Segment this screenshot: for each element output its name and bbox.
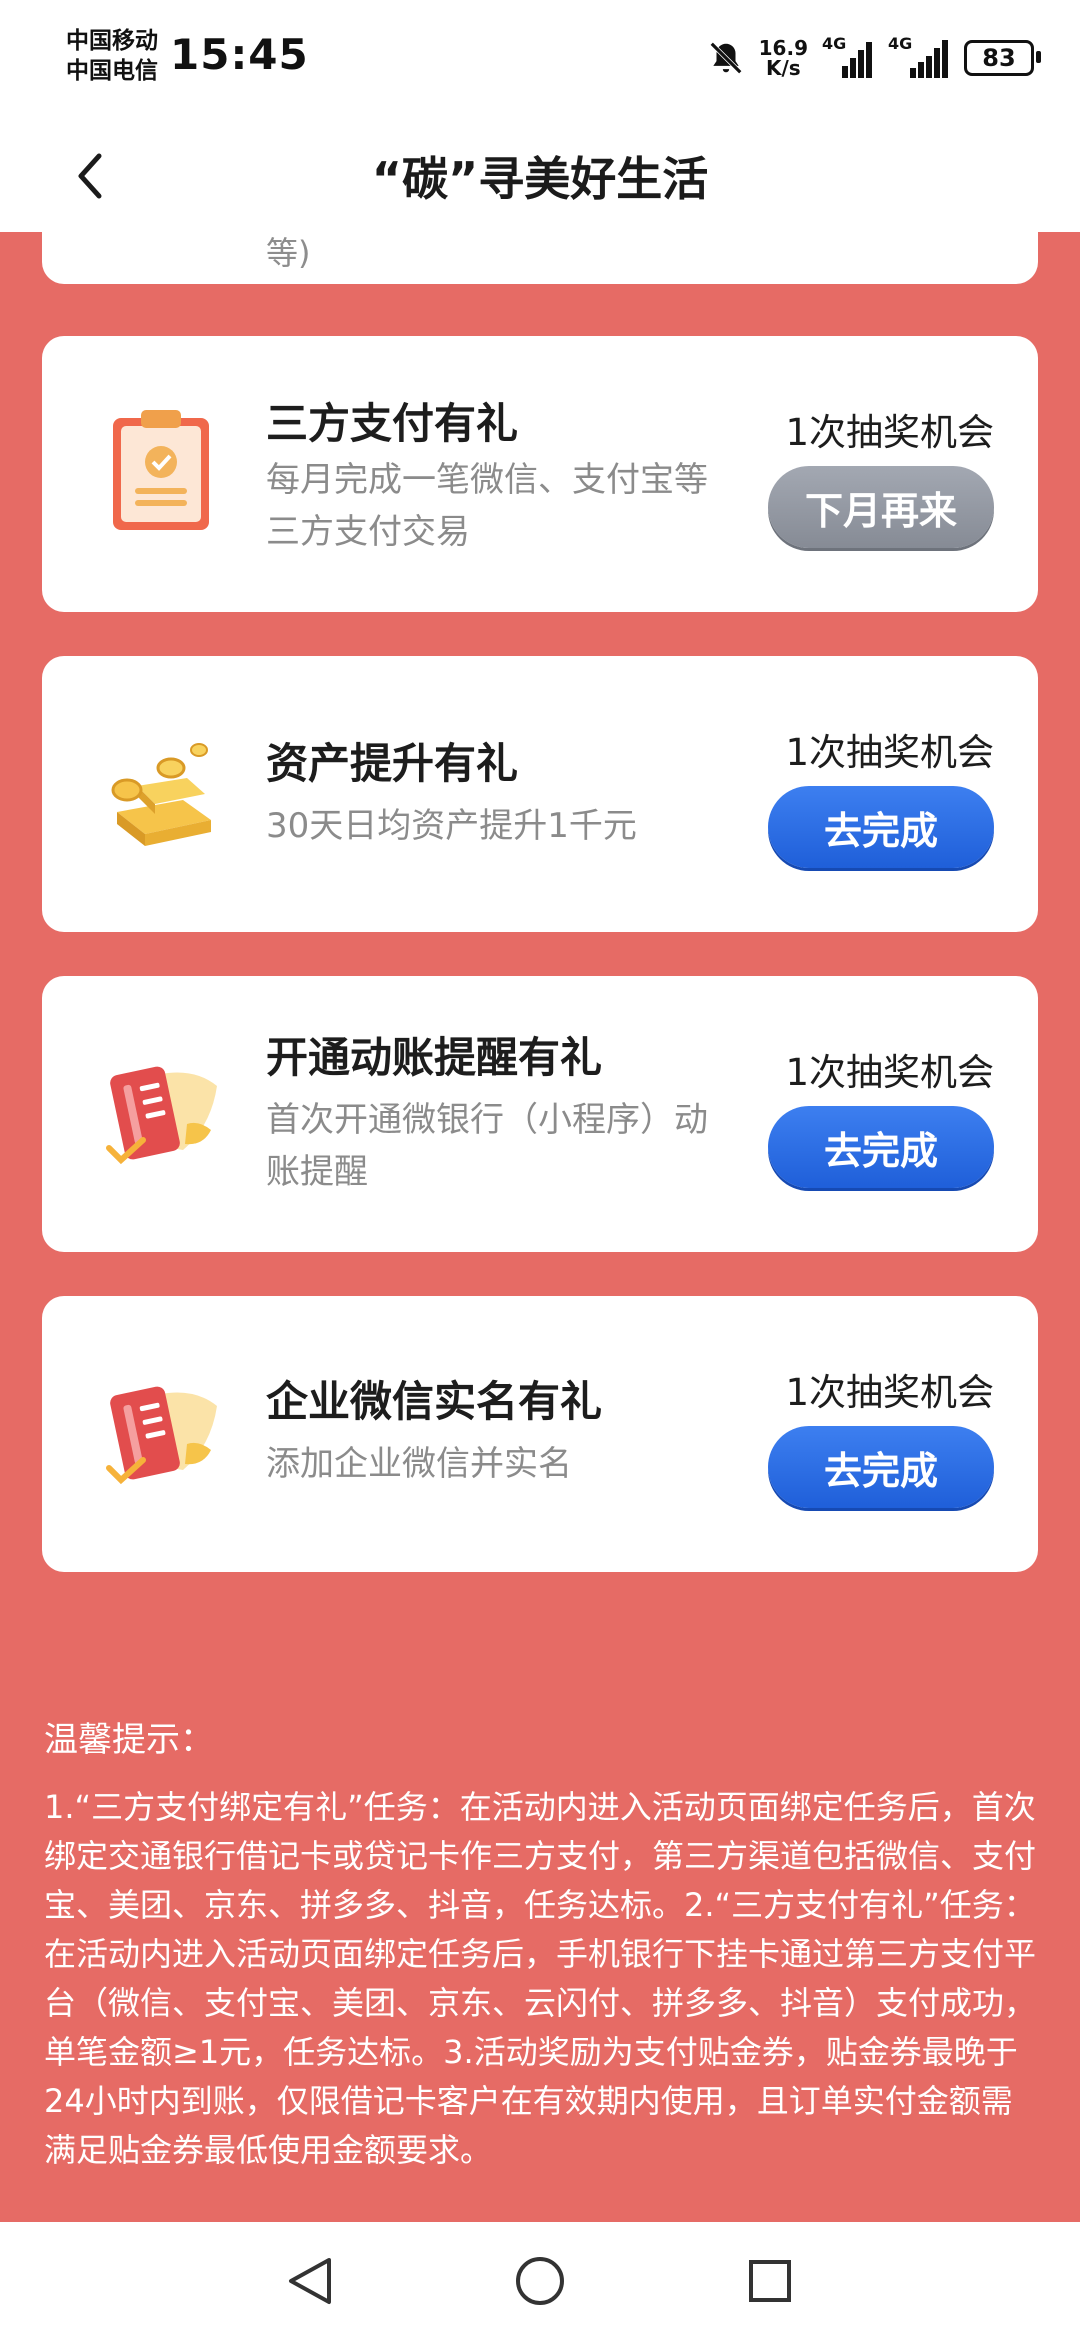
page-title: “碳”寻美好生活 <box>371 152 709 206</box>
system-back-button[interactable] <box>280 2251 340 2311</box>
task-title: 开通动账提醒有礼 <box>266 1033 603 1082</box>
task-desc: 添加企业微信并实名 <box>266 1444 572 1484</box>
status-bar: 中国移动 中国电信 15:45 16.9 K/s 4G 4G 83 <box>0 0 1080 120</box>
task-card: 企业微信实名有礼 添加企业微信并实名 1次抽奖机会 去完成 <box>42 1296 1038 1572</box>
nav-bar: “碳”寻美好生活 <box>0 120 1080 232</box>
recents-square-icon <box>749 2260 791 2302</box>
lottery-chance: 1次抽奖机会 <box>785 1371 994 1414</box>
next-month-button[interactable]: 下月再来 <box>768 466 994 548</box>
chevron-left-icon <box>78 153 102 199</box>
task-card-partial: 等) <box>42 232 1038 284</box>
net-speed: 16.9 K/s <box>759 38 808 78</box>
task-title: 三方支付有礼 <box>266 399 519 448</box>
task-card: 资产提升有礼 30天日均资产提升1千元 1次抽奖机会 去完成 <box>42 656 1038 932</box>
complete-button[interactable]: 去完成 <box>768 1426 994 1508</box>
clock: 15:45 <box>170 30 309 79</box>
task-card: 开通动账提醒有礼 首次开通微银行（小程序）动账提醒 1次抽奖机会 去完成 <box>42 976 1038 1252</box>
task-desc: 30天日均资产提升1千元 <box>266 806 637 846</box>
complete-button[interactable]: 去完成 <box>768 1106 994 1188</box>
task-desc-partial: 等) <box>266 234 311 272</box>
back-triangle-icon <box>289 2258 331 2304</box>
signal-icon: 4G <box>888 34 950 78</box>
lottery-chance: 1次抽奖机会 <box>785 411 994 454</box>
status-icons: 16.9 K/s 4G 4G 83 <box>707 34 1041 82</box>
net-speed-unit: K/s <box>765 56 801 80</box>
clipboard-check-icon <box>113 410 209 530</box>
tips-title: 温馨提示： <box>44 1720 214 1760</box>
mute-bell-icon <box>709 42 742 74</box>
system-home-button[interactable] <box>510 2251 570 2311</box>
carrier-info: 中国移动 中国电信 <box>66 26 158 86</box>
lottery-chance: 1次抽奖机会 <box>785 731 994 774</box>
carrier-1: 中国移动 <box>66 28 158 54</box>
signal-1-label: 4G <box>822 34 847 53</box>
battery-level: 83 <box>982 44 1016 72</box>
gold-bars-icon <box>111 743 211 846</box>
battery-icon: 83 <box>964 40 1041 76</box>
signal-2-label: 4G <box>888 34 913 53</box>
lottery-chance: 1次抽奖机会 <box>785 1051 994 1094</box>
carrier-2: 中国电信 <box>66 58 158 84</box>
task-desc: 首次开通微银行（小程序）动账提醒 <box>266 1100 708 1192</box>
card-bill-icon <box>106 1066 217 1165</box>
task-card: 三方支付有礼 每月完成一笔微信、支付宝等三方支付交易 1次抽奖机会 下月再来 <box>42 336 1038 612</box>
complete-button[interactable]: 去完成 <box>768 786 994 868</box>
task-desc: 每月完成一笔微信、支付宝等三方支付交易 <box>266 460 708 552</box>
system-nav-bar <box>0 2222 1080 2340</box>
net-speed-value: 16.9 <box>758 36 808 60</box>
task-title: 企业微信实名有礼 <box>266 1377 603 1426</box>
tips-text: 1.“三方支付绑定有礼”任务：在活动内进入活动页面绑定任务后，首次绑定交通银行借… <box>44 1788 1037 2169</box>
system-recents-button[interactable] <box>740 2251 800 2311</box>
tips-section: 温馨提示： 1.“三方支付绑定有礼”任务：在活动内进入活动页面绑定任务后，首次绑… <box>44 1712 1044 2175</box>
task-list: 等) 三方支付有礼 每月完成一笔微信、支付宝等三方支付交易 1次抽奖机会 下月再… <box>0 232 1080 2222</box>
home-circle-icon <box>516 2257 564 2305</box>
back-button[interactable] <box>60 144 120 208</box>
signal-icon: 4G <box>822 34 874 78</box>
card-bill-icon <box>106 1386 217 1485</box>
task-title: 资产提升有礼 <box>266 739 519 788</box>
